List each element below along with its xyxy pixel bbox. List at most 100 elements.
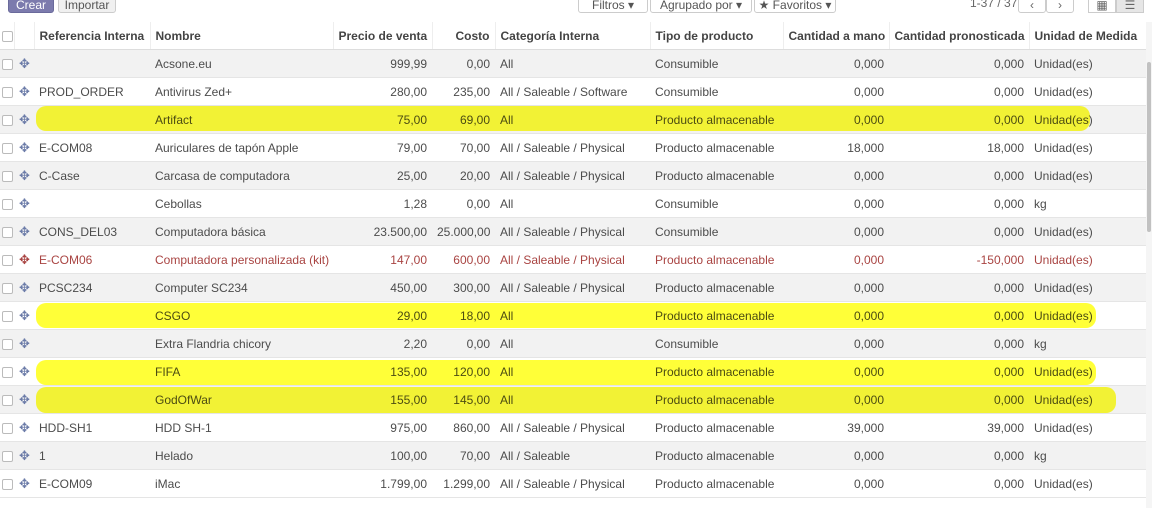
filters-button[interactable]: Filtros ▾ [578,0,648,13]
drag-handle-icon[interactable]: ✥ [14,245,34,274]
grid-icon: ▦ [1096,0,1108,12]
cell-uom: Unidad(es) [1029,273,1152,302]
create-button[interactable]: Crear [8,0,54,13]
row-checkbox[interactable] [0,273,14,302]
cell-reference: HDD-SH1 [34,413,150,442]
table-row[interactable]: ✥ E-COM09 iMac 1.799,00 1.299,00 All / Saleab… [0,469,1152,498]
row-checkbox[interactable] [0,133,14,162]
cell-cost: 860,00 [432,413,495,442]
cell-reference: C-Case [34,161,150,190]
row-checkbox[interactable] [0,469,14,498]
cell-sale-price: 450,00 [333,273,432,302]
header-name[interactable]: Nombre [150,22,334,50]
drag-handle-icon[interactable]: ✥ [14,469,34,498]
table-row[interactable]: ✥ E-COM06 Computadora personalizada (kit) 1… [0,245,1152,274]
cell-reference: E-COM06 [34,245,150,274]
table-row[interactable]: ✥ E-COM08 Auriculares de tapón Apple 79,00 7… [0,133,1152,162]
row-checkbox[interactable] [0,441,14,470]
header-handle [14,22,35,50]
cell-qty-forecast: 0,000 [889,273,1029,302]
header-uom[interactable]: Unidad de Medida [1029,22,1152,50]
next-page-button[interactable]: › [1046,0,1074,13]
cell-cost: 0,00 [432,49,495,78]
list-view-button[interactable]: ☰ [1116,0,1144,13]
cell-cost: 70,00 [432,133,495,162]
drag-handle-icon[interactable]: ✥ [14,273,34,302]
drag-handle-icon[interactable]: ✥ [14,49,34,78]
drag-handle-icon[interactable]: ✥ [14,77,34,106]
drag-handle-icon[interactable]: ✥ [14,357,34,386]
vertical-scrollbar[interactable] [1146,22,1152,508]
cell-sale-price: 999,99 [333,49,432,78]
pager-value: 1-37 / 37 [970,0,1018,10]
table-row[interactable]: ✥ CONS_DEL03 Computadora básica 23.500,00 25… [0,217,1152,246]
row-checkbox[interactable] [0,49,14,78]
row-checkbox[interactable] [0,189,14,218]
row-checkbox[interactable] [0,245,14,274]
favorites-button[interactable]: ★ Favoritos ▾ [754,0,836,13]
cell-category: All / Saleable / Physical [495,469,650,498]
header-product-type[interactable]: Tipo de producto [650,22,784,50]
cell-category: All [495,329,650,358]
header-sale-price[interactable]: Precio de venta [333,22,433,50]
cell-product-type: Producto almacenable [650,161,783,190]
row-checkbox[interactable] [0,357,14,386]
cell-qty-forecast: 0,000 [889,329,1029,358]
cell-qty-forecast: 0,000 [889,441,1029,470]
drag-handle-icon[interactable]: ✥ [14,441,34,470]
header-category[interactable]: Categoría Interna [495,22,651,50]
table-row[interactable]: ✥ 1 Helado 100,00 70,00 All / Saleable Product… [0,441,1152,470]
cell-sale-price: 975,00 [333,413,432,442]
cell-qty-on-hand: 18,000 [783,133,889,162]
previous-page-button[interactable]: ‹ [1018,0,1046,13]
cell-cost: 600,00 [432,245,495,274]
cell-product-type: Consumible [650,49,783,78]
header-qty-forecast[interactable]: Cantidad pronosticada [889,22,1030,50]
kanban-view-button[interactable]: ▦ [1088,0,1116,13]
row-checkbox[interactable] [0,329,14,358]
table-row[interactable]: ✥ C-Case Carcasa de computadora 25,00 20,00 A… [0,161,1152,190]
table-row[interactable]: ✥ Extra Flandria chicory 2,20 0,00 All Consum… [0,329,1152,358]
row-checkbox[interactable] [0,105,14,134]
cell-product-type: Consumible [650,189,783,218]
cell-category: All / Saleable / Physical [495,413,650,442]
cell-name: HDD SH-1 [150,413,333,442]
list-icon: ☰ [1124,0,1136,12]
table-row[interactable]: ✥ PROD_ORDER Antivirus Zed+ 280,00 235,00 All… [0,77,1152,106]
drag-handle-icon[interactable]: ✥ [14,385,34,414]
import-button[interactable]: Importar [58,0,116,13]
cell-qty-on-hand: 0,000 [783,217,889,246]
table-row[interactable]: ✥ HDD-SH1 HDD SH-1 975,00 860,00 All / Saleab… [0,413,1152,442]
row-checkbox[interactable] [0,413,14,442]
row-checkbox[interactable] [0,77,14,106]
cell-qty-on-hand: 0,000 [783,49,889,78]
header-qty-on-hand[interactable]: Cantidad a mano [783,22,890,50]
cell-qty-on-hand: 0,000 [783,77,889,106]
cell-category: All / Saleable / Physical [495,161,650,190]
row-checkbox[interactable] [0,301,14,330]
cell-reference [34,329,150,358]
row-checkbox[interactable] [0,217,14,246]
cell-uom: Unidad(es) [1029,161,1152,190]
drag-handle-icon[interactable]: ✥ [14,301,34,330]
drag-handle-icon[interactable]: ✥ [14,161,34,190]
row-checkbox[interactable] [0,161,14,190]
header-cost[interactable]: Costo [432,22,496,50]
drag-handle-icon[interactable]: ✥ [14,105,34,134]
drag-handle-icon[interactable]: ✥ [14,133,34,162]
drag-handle-icon[interactable]: ✥ [14,413,34,442]
drag-handle-icon[interactable]: ✥ [14,217,34,246]
table-row[interactable]: ✥ Acsone.eu 999,99 0,00 All Consumible 0,000 0,… [0,49,1152,78]
table-row[interactable]: ✥ Cebollas 1,28 0,00 All Consumible 0,000 0,000… [0,189,1152,218]
drag-handle-icon[interactable]: ✥ [14,329,34,358]
row-checkbox[interactable] [0,385,14,414]
scrollbar-thumb[interactable] [1147,62,1151,232]
header-reference[interactable]: Referencia Interna [34,22,151,50]
groupby-button[interactable]: Agrupado por ▾ [650,0,752,13]
cell-sale-price: 23.500,00 [333,217,432,246]
select-all-checkbox[interactable] [0,22,15,50]
drag-handle-icon[interactable]: ✥ [14,189,34,218]
highlight-godofwar [36,387,1116,413]
table-row[interactable]: ✥ PCSC234 Computer SC234 450,00 300,00 All / … [0,273,1152,302]
cell-uom: Unidad(es) [1029,49,1152,78]
